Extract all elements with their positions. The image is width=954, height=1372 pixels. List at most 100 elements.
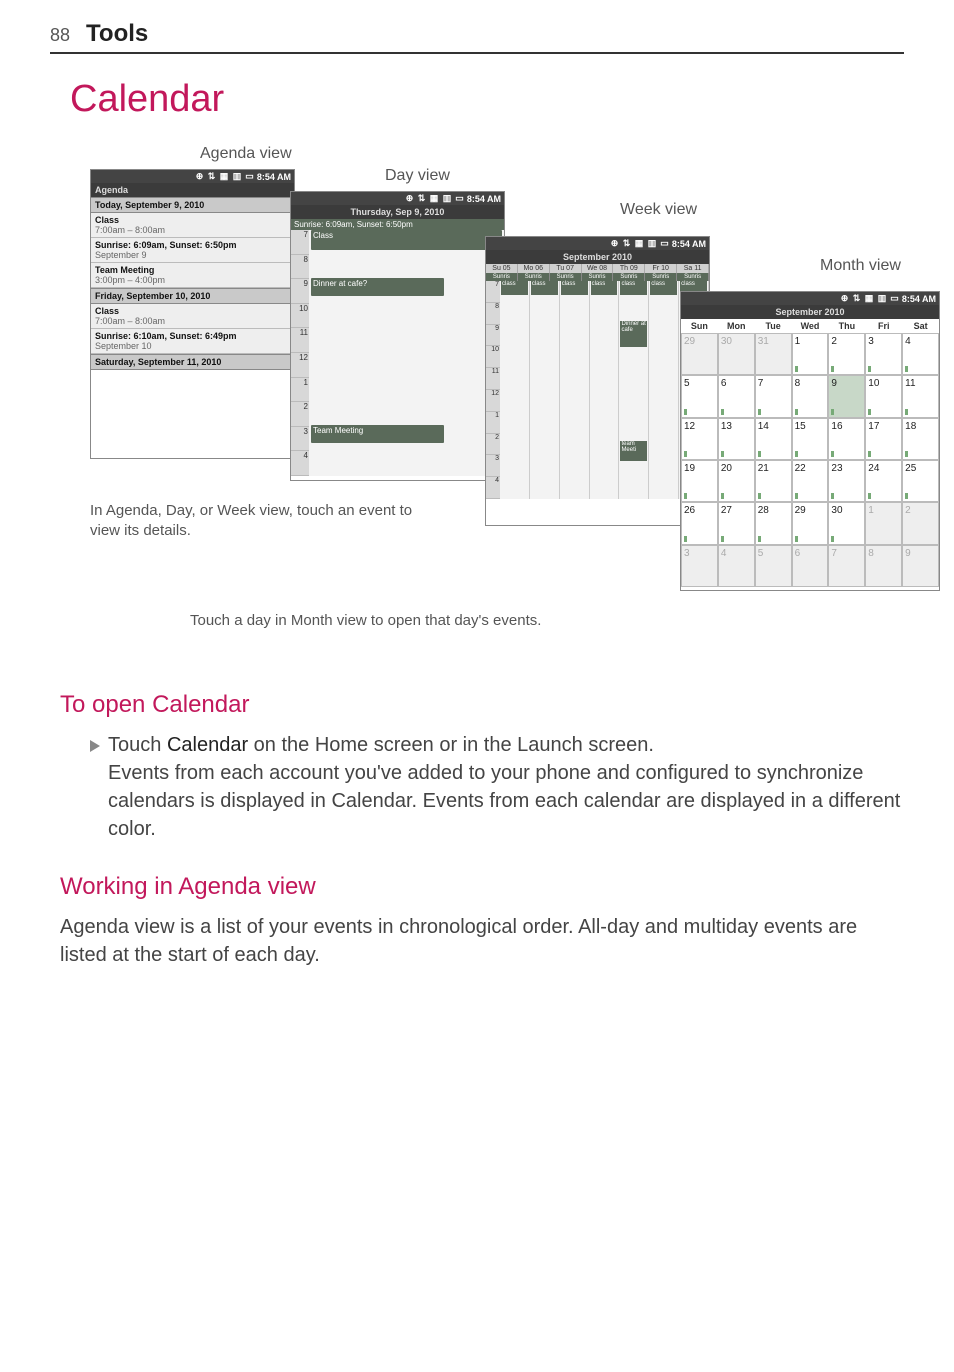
month-cell[interactable]: 8 (865, 545, 902, 587)
month-cell[interactable]: 23 (828, 460, 865, 502)
month-cell[interactable]: 30 (828, 502, 865, 544)
label-month: Month view (820, 257, 901, 275)
month-cell[interactable]: 31 (755, 333, 792, 375)
month-cell[interactable]: 22 (792, 460, 829, 502)
status-icons: ⊕ ⇅ ▦ ▥ (406, 193, 453, 204)
event-dinner[interactable]: Dinner at cafe (620, 321, 647, 347)
month-cell[interactable]: 5 (681, 375, 718, 417)
month-cell[interactable]: 16 (828, 418, 865, 460)
day-header: Thursday, Sep 9, 2010 (291, 205, 504, 219)
month-cell[interactable]: 18 (902, 418, 939, 460)
agenda-paragraph: Agenda view is a list of your events in … (60, 913, 904, 969)
day-hour-gutter: 7891011121234 (291, 230, 309, 476)
status-icons: ⊕ ⇅ ▦ ▥ (196, 171, 243, 182)
month-cell[interactable]: 11 (902, 375, 939, 417)
event-dinner[interactable]: Dinner at cafe? (311, 278, 444, 296)
status-time: 8:54 AM (467, 194, 501, 204)
month-cell[interactable]: 8 (792, 375, 829, 417)
month-cell[interactable]: 14 (755, 418, 792, 460)
month-cell[interactable]: 6 (718, 375, 755, 417)
month-cell[interactable]: 4 (718, 545, 755, 587)
caption-left: In Agenda, Day, or Week view, touch an e… (90, 501, 430, 540)
battery-icon: ▭ (660, 238, 669, 249)
agenda-title-bar: Agenda (91, 183, 294, 197)
page-title: Calendar (70, 78, 904, 121)
month-cell[interactable]: 21 (755, 460, 792, 502)
page-number: 88 (50, 25, 70, 46)
month-grid[interactable]: 2930311234567891011121314151617181920212… (681, 333, 939, 587)
agenda-item[interactable]: Class7:00am – 8:00am (91, 304, 294, 329)
event-class[interactable]: Class (311, 230, 502, 250)
week-hour-gutter: 7891011121234 (486, 281, 500, 499)
month-cell[interactable]: 26 (681, 502, 718, 544)
month-cell[interactable]: 7 (828, 545, 865, 587)
status-bar: ⊕ ⇅ ▦ ▥ ▭ 8:54 AM (91, 170, 294, 183)
page-header: 88 Tools (50, 20, 904, 54)
month-cell[interactable]: 9 (828, 375, 865, 417)
agenda-friday: Friday, September 10, 2010 (91, 288, 294, 304)
label-week: Week view (620, 201, 697, 219)
month-cell[interactable]: 27 (718, 502, 755, 544)
agenda-item[interactable]: Team Meeting3:00pm – 4:00pm (91, 263, 294, 288)
month-cell[interactable]: 2 (828, 333, 865, 375)
day-cells[interactable]: Class Dinner at cafe? Team Meeting (309, 230, 504, 476)
month-cell[interactable]: 15 (792, 418, 829, 460)
month-cell[interactable]: 10 (865, 375, 902, 417)
event-team[interactable]: Team Meeting (311, 425, 444, 443)
open-paragraph: Events from each account you've added to… (108, 759, 904, 843)
caption-bottom: Touch a day in Month view to open that d… (190, 611, 670, 631)
battery-icon: ▭ (455, 193, 464, 204)
month-cell[interactable]: 1 (865, 502, 902, 544)
week-header: September 2010 (486, 250, 709, 264)
status-time: 8:54 AM (672, 239, 706, 249)
month-cell[interactable]: 17 (865, 418, 902, 460)
label-agenda: Agenda view (200, 145, 292, 163)
month-cell[interactable]: 29 (792, 502, 829, 544)
status-time: 8:54 AM (257, 172, 291, 182)
agenda-saturday: Saturday, September 11, 2010 (91, 354, 294, 370)
month-dow-row: SunMonTueWedThuFriSat (681, 319, 939, 333)
status-bar: ⊕ ⇅ ▦ ▥ ▭ 8:54 AM (291, 192, 504, 205)
month-cell[interactable]: 24 (865, 460, 902, 502)
month-cell[interactable]: 25 (902, 460, 939, 502)
bullet-open-calendar: Touch Calendar on the Home screen or in … (90, 731, 904, 759)
month-cell[interactable]: 3 (865, 333, 902, 375)
status-bar: ⊕ ⇅ ▦ ▥ ▭ 8:54 AM (486, 237, 709, 250)
month-cell[interactable]: 4 (902, 333, 939, 375)
triangle-bullet-icon (90, 740, 100, 752)
month-cell[interactable]: 12 (681, 418, 718, 460)
month-cell[interactable]: 1 (792, 333, 829, 375)
month-cell[interactable]: 30 (718, 333, 755, 375)
battery-icon: ▭ (890, 293, 899, 304)
month-cell[interactable]: 6 (792, 545, 829, 587)
agenda-today: Today, September 9, 2010 (91, 197, 294, 213)
month-screenshot: ⊕ ⇅ ▦ ▥ ▭ 8:54 AM September 2010 SunMonT… (680, 291, 940, 591)
section-open-calendar: To open Calendar (60, 691, 904, 719)
week-columns[interactable]: class class class class classDinner at c… (500, 281, 709, 499)
month-cell[interactable]: 19 (681, 460, 718, 502)
month-cell[interactable]: 7 (755, 375, 792, 417)
label-day: Day view (385, 167, 450, 185)
month-cell[interactable]: 5 (755, 545, 792, 587)
day-screenshot: ⊕ ⇅ ▦ ▥ ▭ 8:54 AM Thursday, Sep 9, 2010 … (290, 191, 505, 481)
agenda-item[interactable]: Class7:00am – 8:00am (91, 213, 294, 238)
day-sunrise: Sunrise: 6:09am, Sunset: 6:50pm (291, 219, 504, 230)
status-icons: ⊕ ⇅ ▦ ▥ (841, 293, 888, 304)
agenda-item[interactable]: Sunrise: 6:09am, Sunset: 6:50pmSeptember… (91, 238, 294, 263)
month-cell[interactable]: 13 (718, 418, 755, 460)
week-screenshot: ⊕ ⇅ ▦ ▥ ▭ 8:54 AM September 2010 Su 05Mo… (485, 236, 710, 526)
month-cell[interactable]: 28 (755, 502, 792, 544)
month-cell[interactable]: 9 (902, 545, 939, 587)
month-cell[interactable]: 20 (718, 460, 755, 502)
month-cell[interactable]: 29 (681, 333, 718, 375)
agenda-item[interactable]: Sunrise: 6:10am, Sunset: 6:49pmSeptember… (91, 329, 294, 354)
status-time: 8:54 AM (902, 294, 936, 304)
month-cell[interactable]: 3 (681, 545, 718, 587)
header-title: Tools (86, 20, 148, 48)
section-agenda-view: Working in Agenda view (60, 873, 904, 901)
agenda-screenshot: ⊕ ⇅ ▦ ▥ ▭ 8:54 AM Agenda Today, Septembe… (90, 169, 295, 459)
week-day-headers: Su 05Mo 06Tu 07We 08Th 09Fr 10Sa 11 (486, 264, 709, 273)
event-team[interactable]: team Meeti (620, 441, 647, 461)
month-cell[interactable]: 2 (902, 502, 939, 544)
screenshots-figure: Agenda view Day view Week view Month vie… (90, 141, 904, 661)
